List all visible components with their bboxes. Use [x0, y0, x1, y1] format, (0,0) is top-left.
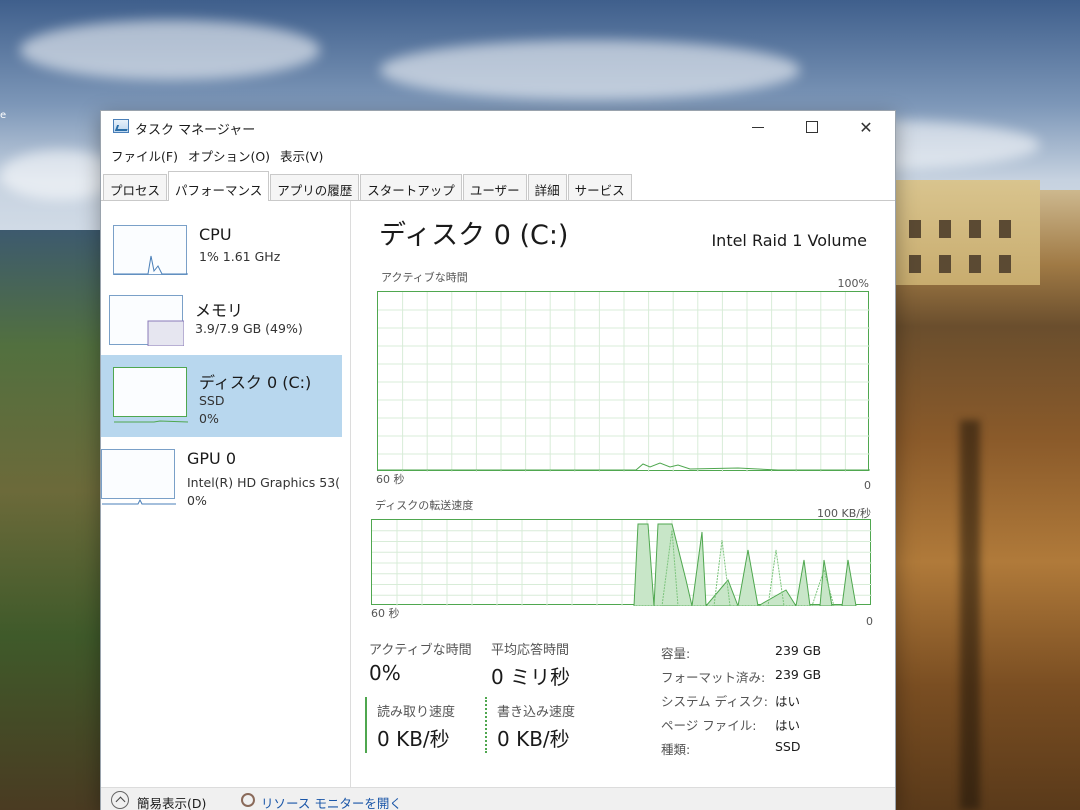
transfer-chart-duration: 60 秒 [371, 607, 400, 620]
performance-content: CPU 1% 1.61 GHz メモリ 3.9/7.9 GB (49%) ディス… [101, 201, 895, 810]
tab-services[interactable]: サービス [567, 174, 632, 200]
tab-performance[interactable]: パフォーマンス [168, 171, 270, 201]
prop-label-system-disk: システム ディスク: [661, 694, 768, 709]
active-time-chart-label: アクティブな時間 [381, 271, 468, 284]
tab-processes[interactable]: プロセス [103, 174, 168, 200]
prop-label-capacity: 容量: [661, 646, 691, 661]
resource-list: CPU 1% 1.61 GHz メモリ 3.9/7.9 GB (49%) ディス… [101, 201, 351, 810]
prop-value-type: SSD [775, 739, 801, 754]
resource-name: メモリ [195, 301, 244, 320]
resource-name: ディスク 0 (C:) [199, 373, 312, 392]
close-icon: ✕ [859, 117, 873, 137]
write-speed-label: 書き込み速度 [497, 705, 576, 720]
disk-detail-panel: ディスク 0 (C:) Intel Raid 1 Volume アクティブな時間… [365, 201, 891, 810]
disk-title: ディスク 0 (C:) [379, 220, 569, 251]
tab-app-history[interactable]: アプリの履歴 [270, 174, 360, 200]
window-title: タスク マネージャー [135, 123, 256, 138]
tab-bar: プロセス パフォーマンス アプリの履歴 スタートアップ ユーザー 詳細 サービス [101, 167, 895, 201]
active-time-stat-label: アクティブな時間 [369, 643, 472, 658]
title-bar[interactable]: タスク マネージャー ✕ [101, 111, 895, 143]
cloud [20, 20, 320, 80]
menu-options[interactable]: オプション(O) [184, 146, 274, 165]
transfer-rate-chart [371, 519, 872, 606]
prop-label-type: 種類: [661, 742, 691, 757]
resource-item-memory[interactable]: メモリ 3.9/7.9 GB (49%) [101, 283, 349, 365]
maximize-icon [806, 121, 818, 133]
prop-value-system-disk: はい [775, 694, 801, 709]
fewer-details-link[interactable]: 簡易表示(D) [137, 793, 206, 810]
avg-response-stat-value: 0 ミリ秒 [491, 665, 571, 689]
prop-label-page-file: ページ ファイル: [661, 718, 757, 733]
resource-item-cpu[interactable]: CPU 1% 1.61 GHz [101, 211, 349, 293]
resource-detail: SSD [199, 393, 225, 408]
minimize-icon [752, 126, 764, 128]
left-landscape [0, 230, 110, 810]
prop-label-formatted: フォーマット済み: [661, 670, 766, 685]
resource-usage: 0% [199, 411, 219, 426]
prop-value-page-file: はい [775, 718, 801, 733]
app-icon [113, 119, 129, 133]
prop-value-formatted: 239 GB [775, 667, 822, 682]
active-time-chart-min: 0 [864, 479, 871, 492]
resource-item-gpu0[interactable]: GPU 0 Intel(R) HD Graphics 53( 0% [101, 441, 349, 523]
read-speed-indicator [365, 697, 367, 753]
desktop-edge-text: e [0, 110, 7, 121]
resource-detail: Intel(R) HD Graphics 53( [187, 475, 341, 490]
resource-item-disk0[interactable]: ディスク 0 (C:) SSD 0% [101, 355, 342, 437]
menu-file[interactable]: ファイル(F) [107, 146, 182, 165]
tab-details[interactable]: 詳細 [527, 174, 567, 200]
close-button[interactable]: ✕ [841, 111, 891, 143]
menu-bar: ファイル(F) オプション(O) 表示(V) [101, 143, 895, 167]
chevron-up-icon[interactable] [111, 791, 129, 809]
menu-view[interactable]: 表示(V) [276, 146, 327, 165]
disk-thumbnail [113, 367, 188, 423]
resource-name: CPU [199, 225, 232, 244]
gpu-thumbnail [101, 449, 176, 505]
active-time-stat-value: 0% [369, 661, 401, 685]
write-speed-value: 0 KB/秒 [497, 727, 570, 751]
cloud [380, 40, 800, 100]
minimize-button[interactable] [733, 111, 783, 143]
task-manager-window: タスク マネージャー ✕ ファイル(F) オプション(O) 表示(V) プロセス… [100, 110, 896, 810]
write-speed-indicator [485, 697, 487, 753]
resource-monitor-icon [241, 793, 255, 807]
building [895, 180, 1040, 285]
transfer-chart-label: ディスクの転送速度 [375, 499, 474, 512]
active-time-chart-duration: 60 秒 [376, 473, 405, 486]
resource-detail: 3.9/7.9 GB (49%) [195, 321, 303, 336]
footer-bar: 簡易表示(D) リソース モニターを開く [101, 787, 895, 810]
cliff-shadow [960, 420, 980, 810]
disk-model: Intel Raid 1 Volume [711, 231, 867, 250]
avg-response-stat-label: 平均応答時間 [491, 643, 570, 658]
maximize-button[interactable] [787, 111, 837, 143]
resource-detail: 1% 1.61 GHz [199, 249, 281, 264]
resource-name: GPU 0 [187, 449, 237, 468]
tab-users[interactable]: ユーザー [462, 174, 527, 200]
read-speed-label: 読み取り速度 [377, 705, 456, 720]
cpu-thumbnail [113, 225, 188, 275]
active-time-chart-max: 100% [837, 277, 869, 290]
transfer-chart-min: 0 [866, 615, 873, 628]
prop-value-capacity: 239 GB [775, 643, 822, 658]
open-resource-monitor-link[interactable]: リソース モニターを開く [261, 793, 402, 810]
active-time-chart [377, 291, 870, 472]
resource-usage: 0% [187, 493, 207, 508]
tab-startup[interactable]: スタートアップ [360, 174, 462, 200]
read-speed-value: 0 KB/秒 [377, 727, 450, 751]
memory-thumbnail [109, 295, 184, 346]
